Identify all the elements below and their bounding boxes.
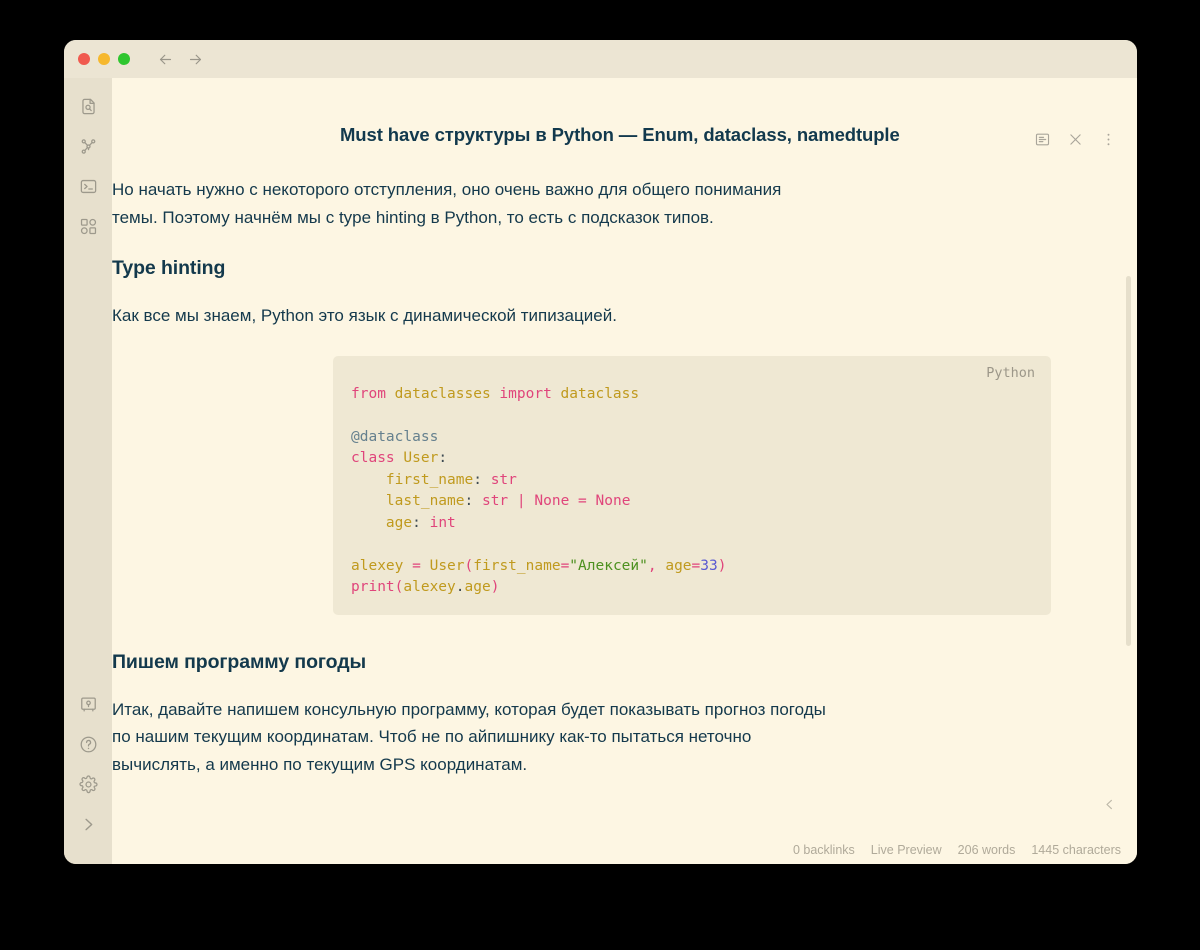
ribbon-top-group (64, 88, 112, 248)
editor-scrollbar[interactable] (1126, 166, 1131, 816)
editor-scrollbar-thumb[interactable] (1126, 276, 1131, 646)
heading-weather-program: Пишем программу погоды (112, 650, 367, 673)
close-window-button[interactable] (78, 53, 90, 65)
code-language-label: Python (986, 364, 1035, 381)
status-bar: 0 backlinks Live Preview 206 words 1445 … (793, 836, 1137, 864)
ribbon-bottom-group (64, 686, 112, 864)
vault-icon[interactable] (71, 686, 105, 722)
terminal-icon[interactable] (71, 168, 105, 204)
navigate-forward-button[interactable] (182, 46, 208, 72)
page-title: Must have структуры в Python — Enum, dat… (340, 124, 900, 145)
graph-view-icon[interactable] (71, 128, 105, 164)
canvas-icon[interactable] (71, 208, 105, 244)
code-content: from dataclasses import dataclass @datac… (351, 385, 727, 596)
heading-type-hinting: Type hinting (112, 257, 226, 279)
help-icon[interactable] (71, 726, 105, 762)
paragraph-dynamic-typing: Как все мы знаем, Python это язык с дина… (112, 306, 617, 325)
note-editor[interactable]: Но начать нужно с некоторого отступления… (112, 150, 1137, 864)
status-character-count[interactable]: 1445 characters (1031, 843, 1121, 857)
maximize-window-button[interactable] (118, 53, 130, 65)
paragraph-weather: Итак, давайте напишем консульную програм… (112, 699, 826, 774)
content-pane: Must have структуры в Python — Enum, dat… (112, 78, 1137, 864)
quick-switcher-icon[interactable] (71, 88, 105, 124)
left-ribbon (64, 78, 112, 864)
app-window: Must have структуры в Python — Enum, dat… (64, 40, 1137, 864)
code-block[interactable]: Python from dataclasses import dataclass… (333, 355, 1051, 615)
settings-icon[interactable] (71, 766, 105, 802)
chevron-left-icon[interactable] (1097, 792, 1121, 816)
navigate-back-button[interactable] (152, 46, 178, 72)
status-backlinks[interactable]: 0 backlinks (793, 843, 855, 857)
paragraph-intro: Но начать нужно с некоторого отступления… (112, 180, 782, 227)
expand-sidebar-icon[interactable] (71, 806, 105, 842)
status-mode[interactable]: Live Preview (871, 843, 942, 857)
title-bar (64, 40, 1137, 78)
status-word-count[interactable]: 206 words (958, 843, 1016, 857)
minimize-window-button[interactable] (98, 53, 110, 65)
